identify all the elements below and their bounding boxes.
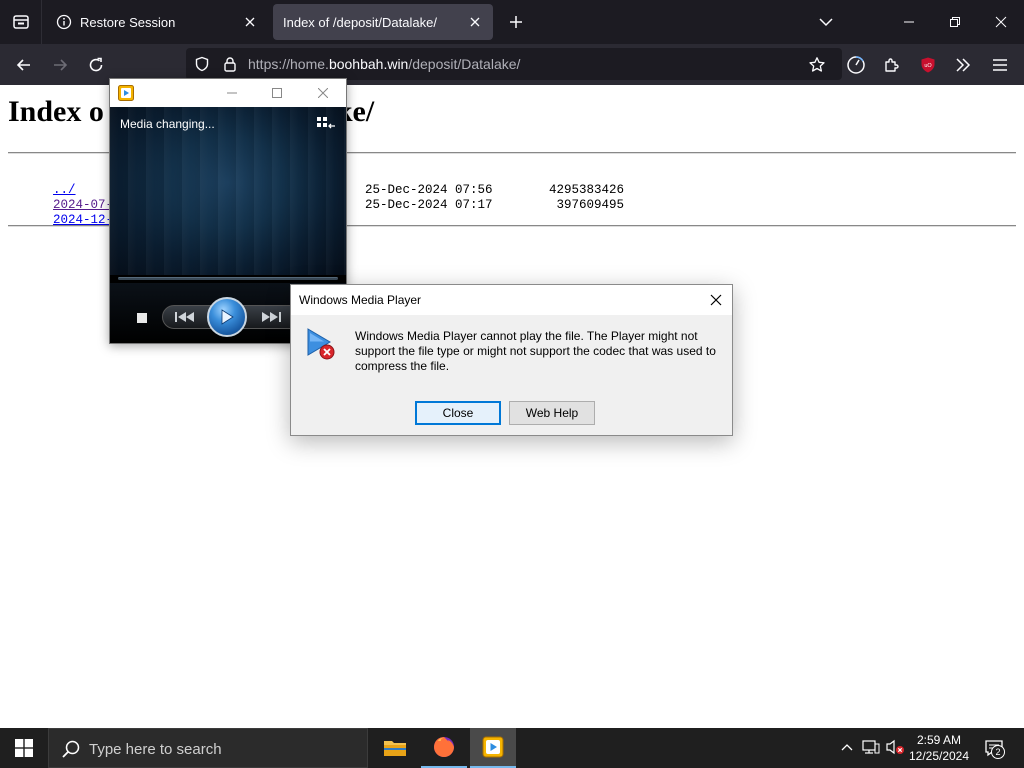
close-icon — [995, 16, 1007, 28]
network-tray-button[interactable] — [860, 736, 882, 758]
double-chevron-right-icon — [956, 58, 971, 72]
extensions-button[interactable] — [877, 50, 907, 80]
arrow-left-icon — [16, 59, 30, 71]
firefox-view-button[interactable] — [841, 50, 871, 80]
media-player-app-icon — [482, 736, 504, 758]
browser-tab-bar: Restore Session Index of /deposit/Datala… — [0, 0, 1024, 44]
close-icon — [710, 294, 722, 306]
switch-to-library-icon[interactable] — [316, 115, 336, 131]
forward-button[interactable] — [45, 50, 75, 80]
tab-title: Index of /deposit/Datalake/ — [283, 14, 437, 30]
file-size: 4295383426 — [548, 183, 624, 197]
volume-muted-icon — [886, 739, 904, 755]
dialog-close-button[interactable] — [703, 289, 729, 311]
lock-icon[interactable] — [220, 54, 240, 74]
media-player-titlebar[interactable] — [110, 79, 346, 107]
play-icon — [221, 309, 234, 325]
dialog-message: Windows Media Player cannot play the fil… — [355, 329, 716, 373]
notification-count-badge: 2 — [991, 745, 1005, 759]
chevron-up-icon — [841, 744, 853, 751]
media-player-app-icon — [118, 85, 134, 101]
more-tools-button[interactable] — [948, 50, 978, 80]
previous-track-icon — [175, 312, 194, 322]
firefox-icon — [434, 737, 454, 757]
puzzle-icon — [885, 58, 899, 72]
taskbar-clock[interactable]: 2:59 AM 12/25/2024 — [905, 732, 973, 764]
play-button[interactable] — [207, 297, 247, 337]
close-button[interactable]: Close — [415, 401, 501, 425]
taskbar: Type here to search 2:59 AM 12/25/2024 2 — [0, 728, 1024, 768]
bookmark-star-icon[interactable] — [806, 54, 828, 76]
reload-button[interactable] — [81, 50, 111, 80]
new-tab-button[interactable] — [502, 8, 530, 36]
maximize-button[interactable] — [262, 81, 292, 105]
search-placeholder: Type here to search — [89, 741, 222, 758]
tab-directory-index[interactable]: Index of /deposit/Datalake/ — [273, 4, 493, 40]
close-button[interactable] — [308, 81, 338, 105]
window-minimize-button[interactable] — [886, 0, 932, 44]
next-track-icon — [262, 312, 281, 322]
show-hidden-icons-button[interactable] — [836, 736, 858, 758]
tracking-protection-shield-icon[interactable] — [192, 54, 212, 74]
back-button[interactable] — [9, 50, 39, 80]
reload-icon — [89, 57, 103, 72]
list-all-tabs-button[interactable] — [812, 8, 840, 36]
next-button[interactable] — [256, 308, 286, 326]
clock-time: 2:59 AM — [916, 733, 962, 747]
visualization-background — [110, 107, 346, 275]
ublock-origin-button[interactable]: uO — [913, 50, 943, 80]
window-close-button[interactable] — [978, 0, 1024, 44]
web-help-button[interactable]: Web Help — [509, 401, 595, 425]
window-restore-button[interactable] — [932, 0, 978, 44]
address-bar[interactable]: https://home.boohbah.win/deposit/Datalak… — [186, 48, 842, 80]
taskbar-firefox[interactable] — [421, 728, 467, 768]
hamburger-menu-icon — [993, 59, 1007, 71]
file-date: 25-Dec-2024 07:17 — [365, 198, 493, 212]
close-tab-icon[interactable] — [463, 10, 487, 34]
tab-title: Restore Session — [80, 14, 176, 30]
ublock-shield-icon: uO — [921, 57, 935, 73]
taskbar-file-explorer[interactable] — [372, 728, 418, 768]
minimize-button[interactable] — [217, 81, 247, 105]
dialog-title: Windows Media Player — [299, 293, 422, 307]
url-text[interactable]: https://home.boohbah.win/deposit/Datalak… — [248, 56, 520, 72]
media-error-icon — [307, 328, 335, 360]
search-icon — [62, 740, 80, 758]
minimize-icon — [227, 92, 237, 94]
timer-icon — [847, 56, 865, 74]
arrow-right-icon — [54, 59, 68, 71]
dialog-titlebar[interactable]: Windows Media Player — [291, 285, 732, 315]
plus-icon — [510, 16, 522, 28]
folder-icon — [384, 741, 406, 756]
tab-list-button[interactable] — [0, 0, 42, 44]
clock-date: 12/25/2024 — [908, 749, 970, 763]
minimize-icon — [904, 21, 914, 23]
windows-logo-icon — [15, 739, 33, 757]
previous-button[interactable] — [170, 308, 200, 326]
volume-tray-button[interactable] — [884, 736, 906, 758]
svg-text:uO: uO — [924, 63, 932, 69]
tab-restore-session[interactable]: Restore Session — [46, 4, 268, 40]
app-menu-button[interactable] — [985, 50, 1015, 80]
start-button[interactable] — [0, 728, 48, 768]
file-date: 25-Dec-2024 07:56 — [365, 183, 493, 197]
info-icon — [56, 14, 72, 30]
tab-list-icon — [12, 15, 29, 29]
seek-bar[interactable] — [118, 277, 338, 280]
close-tab-icon[interactable] — [238, 10, 262, 34]
taskbar-search-box[interactable]: Type here to search — [48, 728, 368, 768]
player-status: Media changing... — [120, 117, 215, 131]
chevron-down-icon — [819, 18, 833, 27]
network-icon — [862, 740, 880, 754]
maximize-icon — [272, 88, 282, 98]
close-icon — [318, 88, 328, 98]
taskbar-windows-media-player[interactable] — [470, 728, 516, 768]
video-area[interactable]: Media changing... — [110, 107, 346, 275]
restore-icon — [950, 17, 960, 27]
error-dialog: Windows Media Player Windows Media Playe… — [290, 284, 733, 436]
stop-button[interactable] — [137, 313, 147, 323]
file-size: 397609495 — [556, 198, 624, 212]
